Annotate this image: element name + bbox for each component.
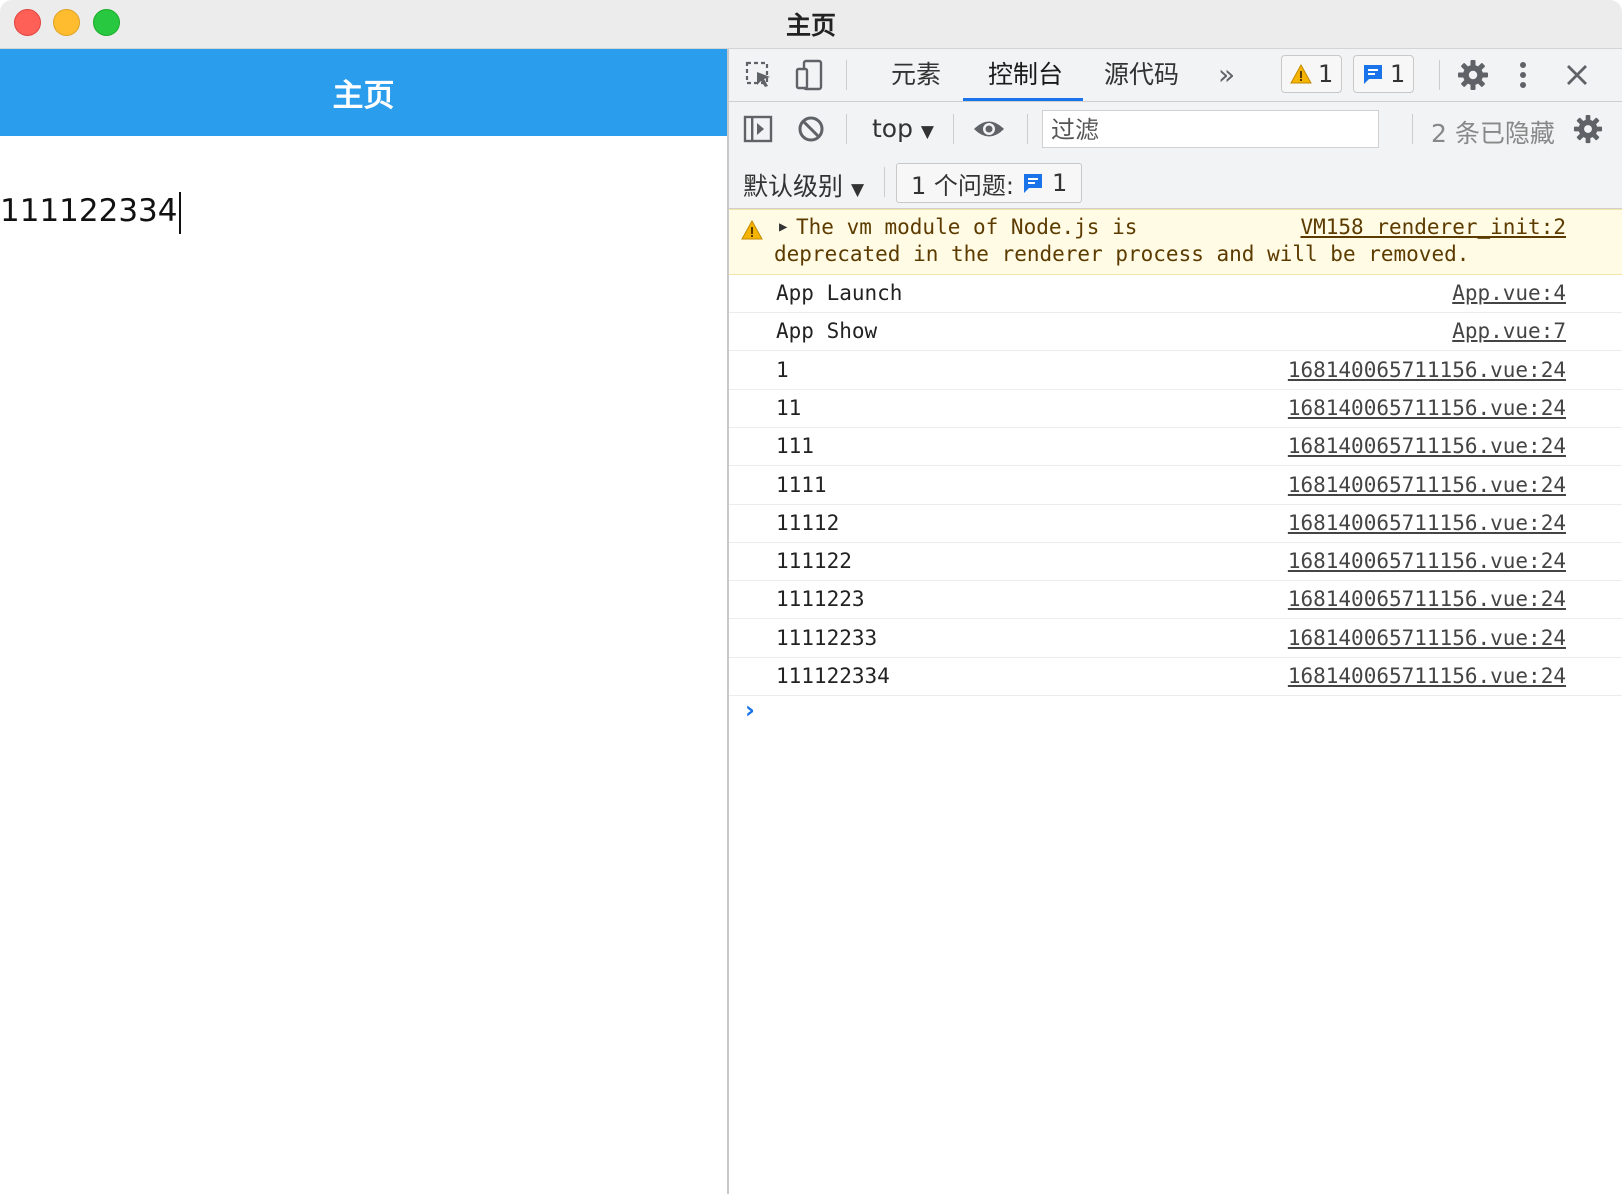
warning-icon — [1290, 64, 1312, 84]
messages-count: 1 — [1390, 60, 1406, 88]
log-source-link[interactable]: 168140065711156.vue:24 — [1288, 581, 1566, 618]
dropdown-arrow-icon: ▼ — [920, 122, 934, 142]
warning-icon — [741, 220, 763, 240]
console-log-row: 111122334 168140065711156.vue:24 — [729, 658, 1622, 696]
log-level-value: 默认级别 — [743, 172, 844, 201]
expand-triangle-icon[interactable]: ▶ — [779, 219, 787, 235]
log-message: App Launch — [776, 281, 903, 305]
log-message: 11112233 — [776, 625, 878, 650]
tab-console[interactable]: 控制台 — [984, 49, 1067, 101]
more-options-icon[interactable] — [1511, 57, 1535, 93]
toolbar-separator — [953, 114, 954, 144]
console-prompt-icon[interactable]: › — [745, 696, 755, 724]
input-value: 111122334 — [0, 193, 178, 229]
active-tab-indicator — [963, 98, 1083, 101]
context-select-value: top — [872, 114, 913, 143]
message-icon — [1023, 174, 1042, 193]
warnings-badge[interactable]: 1 — [1281, 55, 1343, 93]
console-log-row: 11112233 168140065711156.vue:24 — [729, 620, 1622, 658]
log-message: 11 — [776, 395, 802, 420]
window-title: 主页 — [785, 11, 836, 40]
console-log-row: 111122 168140065711156.vue:24 — [729, 543, 1622, 582]
toolbar-separator — [1439, 60, 1440, 90]
log-source-link[interactable]: 168140065711156.vue:24 — [1288, 505, 1566, 542]
clear-console-icon[interactable] — [794, 112, 828, 146]
toolbar-separator — [1027, 114, 1028, 144]
text-input[interactable]: 111122334 — [0, 189, 700, 234]
more-tabs-button[interactable]: » — [1214, 49, 1239, 101]
console-log-row: App Launch App.vue:4 — [729, 275, 1622, 313]
warning-text-line2: deprecated in the renderer process and w… — [774, 242, 1470, 266]
console-log-row: 111 168140065711156.vue:24 — [729, 428, 1622, 467]
show-sidebar-icon[interactable] — [741, 112, 775, 146]
console-warning-message: ▶ The vm module of Node.js is deprecated… — [729, 209, 1622, 275]
app-nav-bar: 主页 — [0, 49, 727, 136]
log-message: 1 — [776, 357, 789, 382]
filter-placeholder: 过滤 — [1051, 116, 1099, 144]
log-source-link[interactable]: 168140065711156.vue:24 — [1288, 620, 1566, 657]
app-pane: 主页 111122334 — [0, 49, 727, 1194]
window-titlebar: 主页 — [0, 0, 1622, 49]
log-source-link[interactable]: 168140065711156.vue:24 — [1288, 390, 1566, 427]
context-select[interactable]: top ▼ — [872, 114, 934, 143]
log-source-link[interactable]: 168140065711156.vue:24 — [1288, 428, 1566, 465]
dropdown-arrow-icon: ▼ — [850, 180, 865, 200]
log-message: 11112 — [776, 510, 840, 535]
console-log-row: 11 168140065711156.vue:24 — [729, 390, 1622, 428]
log-source-link[interactable]: 168140065711156.vue:24 — [1288, 658, 1566, 695]
console-log-row: App Show App.vue:7 — [729, 313, 1622, 352]
close-devtools-icon[interactable] — [1559, 57, 1595, 93]
console-settings-gear-icon[interactable] — [1571, 112, 1605, 146]
console-filter-input[interactable]: 过滤 — [1042, 110, 1379, 148]
live-expression-eye-icon[interactable] — [969, 112, 1009, 146]
inspect-element-icon[interactable] — [741, 57, 777, 93]
log-message: 111122 — [776, 549, 852, 574]
nav-title: 主页 — [332, 78, 395, 114]
tab-elements[interactable]: 元素 — [887, 49, 945, 101]
log-message: 111122334 — [776, 664, 890, 688]
console-level-bar: 默认级别 ▼ 1 个问题: 1 — [729, 156, 1622, 209]
log-message: App Show — [776, 319, 878, 344]
issues-label: 1 个问题: — [911, 171, 1014, 200]
toolbar-separator — [1412, 114, 1413, 144]
device-toolbar-icon[interactable] — [792, 57, 828, 93]
log-level-select[interactable]: 默认级别 ▼ — [743, 167, 864, 203]
log-message: 1111223 — [776, 587, 865, 612]
log-source-link[interactable]: 168140065711156.vue:24 — [1288, 543, 1566, 580]
messages-badge[interactable]: 1 — [1353, 55, 1415, 93]
log-source-link[interactable]: App.vue:4 — [1452, 275, 1566, 312]
console-log-row: 1111 168140065711156.vue:24 — [729, 467, 1622, 505]
hidden-messages-count: 2 条已隐藏 — [1431, 119, 1555, 148]
console-toolbar: top ▼ 过滤 2 条已隐藏 — [729, 102, 1622, 156]
console-log-row: 1111223 168140065711156.vue:24 — [729, 581, 1622, 620]
text-caret — [178, 191, 181, 234]
message-icon — [1364, 65, 1382, 84]
issues-button[interactable]: 1 个问题: 1 — [896, 163, 1083, 203]
tab-sources[interactable]: 源代码 — [1100, 49, 1183, 101]
devtools-tab-bar: 元素 控制台 源代码 » 1 1 — [729, 49, 1622, 102]
log-source-link[interactable]: App.vue:7 — [1452, 313, 1566, 350]
console-log-row: 1 168140065711156.vue:24 — [729, 352, 1622, 390]
toolbar-separator — [846, 114, 847, 144]
log-source-link[interactable]: 168140065711156.vue:24 — [1288, 352, 1566, 389]
devtools-panel: 元素 控制台 源代码 » 1 1 top ▼ 过滤 2 条已隐藏 默认级别 ▼ … — [729, 49, 1622, 1194]
toolbar-separator — [846, 60, 847, 90]
log-message: 111 — [776, 434, 814, 459]
warning-source-link[interactable]: VM158 renderer_init:2 — [1300, 214, 1566, 241]
issues-count: 1 — [1051, 169, 1068, 197]
warnings-count: 1 — [1318, 60, 1334, 88]
log-source-link[interactable]: 168140065711156.vue:24 — [1288, 467, 1566, 504]
log-message: 1111 — [776, 472, 827, 497]
console-log-row: 11112 168140065711156.vue:24 — [729, 505, 1622, 543]
settings-gear-icon[interactable] — [1455, 57, 1491, 93]
toolbar-separator — [884, 167, 885, 197]
